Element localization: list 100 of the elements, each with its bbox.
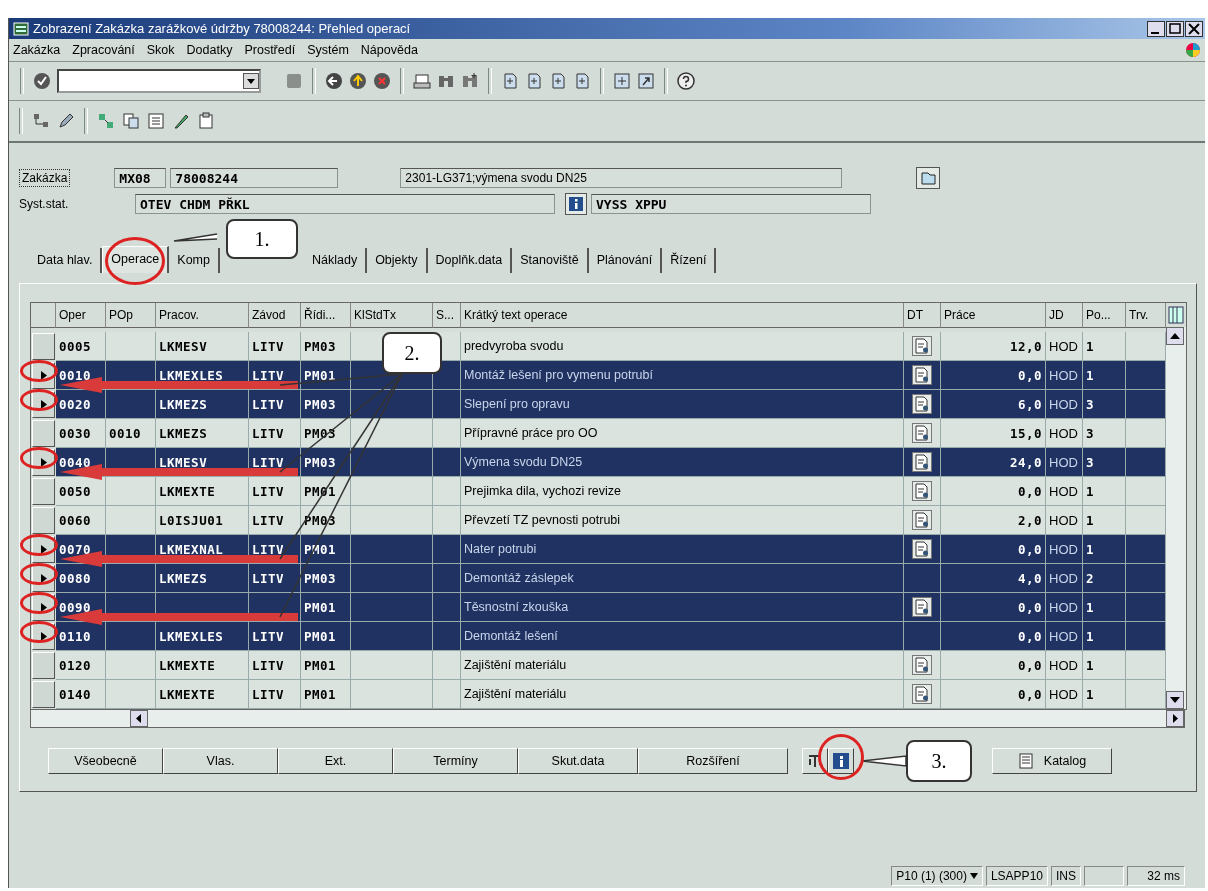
menu-item[interactable]: Skok: [146, 43, 175, 57]
row-selector[interactable]: [32, 333, 55, 360]
column-header[interactable]: JD: [1046, 303, 1083, 328]
column-header[interactable]: POp: [106, 303, 156, 328]
tab-button[interactable]: Všeobecně: [48, 748, 163, 774]
row-selector[interactable]: [32, 420, 55, 447]
enter-icon[interactable]: [33, 72, 51, 90]
pencil-icon[interactable]: [172, 112, 190, 130]
info-button[interactable]: [828, 748, 854, 774]
long-text-icon[interactable]: [916, 167, 941, 189]
column-settings-icon[interactable]: [1166, 303, 1186, 327]
column-header[interactable]: Pracov.: [156, 303, 249, 328]
edit-icon[interactable]: [57, 112, 75, 130]
menu-item[interactable]: Zpracování: [72, 43, 135, 57]
page-icon[interactable]: [501, 72, 519, 90]
row-selector[interactable]: [32, 478, 55, 505]
document-icon[interactable]: [912, 365, 932, 385]
layout-button[interactable]: [802, 748, 828, 774]
minimize-icon[interactable]: [1147, 20, 1165, 37]
catalog-button[interactable]: Katalog: [992, 748, 1112, 774]
tab[interactable]: Objekty: [367, 248, 428, 273]
copy-icon[interactable]: [122, 112, 140, 130]
scroll-left-icon[interactable]: [130, 710, 148, 727]
page-icon[interactable]: [573, 72, 591, 90]
row-selector[interactable]: [32, 652, 55, 679]
scroll-down-icon[interactable]: [1166, 691, 1184, 709]
tab[interactable]: Komp: [169, 248, 220, 273]
column-header[interactable]: Oper: [56, 303, 106, 328]
tab-button[interactable]: Vlas.: [163, 748, 278, 774]
menu-item[interactable]: Nápověda: [360, 43, 418, 57]
column-header[interactable]: Po...: [1083, 303, 1126, 328]
table-cell: Přípravné práce pro OO: [461, 419, 904, 448]
print-icon[interactable]: [413, 72, 431, 90]
table-cell: 0,0: [941, 680, 1046, 709]
table-cell: [1126, 622, 1166, 651]
hierarchy-icon[interactable]: [32, 112, 50, 130]
document-icon[interactable]: [912, 423, 932, 443]
table-cell: HOD: [1046, 419, 1083, 448]
command-field[interactable]: [57, 69, 261, 93]
dropdown-icon[interactable]: [243, 73, 259, 89]
column-header[interactable]: KlStdTx: [351, 303, 433, 328]
page-icon[interactable]: [549, 72, 567, 90]
column-header[interactable]: Krátký text operace: [461, 303, 904, 328]
table-cell: [433, 622, 461, 651]
document-icon[interactable]: [912, 684, 932, 704]
table-cell: Převzetí TZ pevnosti potrubi: [461, 506, 904, 535]
document-icon[interactable]: [912, 597, 932, 617]
system-field[interactable]: P10 (1) (300): [891, 866, 983, 886]
back-icon[interactable]: [325, 72, 343, 90]
help-icon[interactable]: [677, 72, 695, 90]
document-icon[interactable]: [912, 336, 932, 356]
tab[interactable]: Řízení: [662, 248, 717, 273]
shortcut-icon[interactable]: [637, 72, 655, 90]
tab[interactable]: Doplňk.data: [427, 248, 513, 273]
column-header[interactable]: DT: [904, 303, 941, 328]
select-all-cell[interactable]: [31, 303, 56, 328]
tab[interactable]: Plánování: [588, 248, 663, 273]
list-icon[interactable]: [147, 112, 165, 130]
document-icon[interactable]: [912, 452, 932, 472]
page-icon[interactable]: [525, 72, 543, 90]
color-wheel-icon: [1185, 42, 1201, 58]
column-header[interactable]: S...: [433, 303, 461, 328]
maximize-icon[interactable]: [1166, 20, 1184, 37]
tab[interactable]: Stanoviště: [512, 248, 589, 273]
column-header[interactable]: Trv.: [1126, 303, 1166, 328]
scroll-right-icon[interactable]: [1166, 710, 1184, 727]
menu-item[interactable]: Dodatky: [186, 43, 233, 57]
column-header[interactable]: Řídi...: [301, 303, 351, 328]
document-icon[interactable]: [912, 481, 932, 501]
binoculars-plus-icon[interactable]: [461, 72, 479, 90]
scrollbar[interactable]: [1166, 327, 1186, 709]
new-window-icon[interactable]: [613, 72, 631, 90]
table-cell: 1: [1083, 593, 1126, 622]
tab[interactable]: Operace: [102, 246, 170, 273]
column-header[interactable]: Práce: [941, 303, 1046, 328]
row-selector[interactable]: [32, 681, 55, 708]
menu-item[interactable]: Systém: [307, 43, 349, 57]
clipboard-icon[interactable]: [197, 112, 215, 130]
exit-icon[interactable]: [349, 72, 367, 90]
scroll-up-icon[interactable]: [1166, 327, 1184, 345]
document-icon[interactable]: [912, 394, 932, 414]
table-cell: 12,0: [941, 332, 1046, 361]
close-icon[interactable]: [1185, 20, 1203, 37]
document-icon[interactable]: [912, 655, 932, 675]
document-icon[interactable]: [912, 539, 932, 559]
table-cell: LITV: [249, 390, 301, 419]
tab-button[interactable]: Ext.: [278, 748, 393, 774]
info-icon[interactable]: [565, 193, 587, 215]
table-cell: [106, 622, 156, 651]
menu-item[interactable]: Prostředí: [244, 43, 296, 57]
cancel-icon[interactable]: [373, 72, 391, 90]
tab[interactable]: Náklady: [303, 248, 368, 273]
tab-button[interactable]: Termíny: [393, 748, 518, 774]
column-header[interactable]: Závod: [249, 303, 301, 328]
table-cell: LITV: [249, 651, 301, 680]
row-selector[interactable]: [32, 507, 55, 534]
document-icon[interactable]: [912, 510, 932, 530]
menu-item[interactable]: Zakázka: [13, 43, 61, 57]
tab-button[interactable]: Rozšíření: [638, 748, 788, 774]
tab-button[interactable]: Skut.data: [518, 748, 638, 774]
